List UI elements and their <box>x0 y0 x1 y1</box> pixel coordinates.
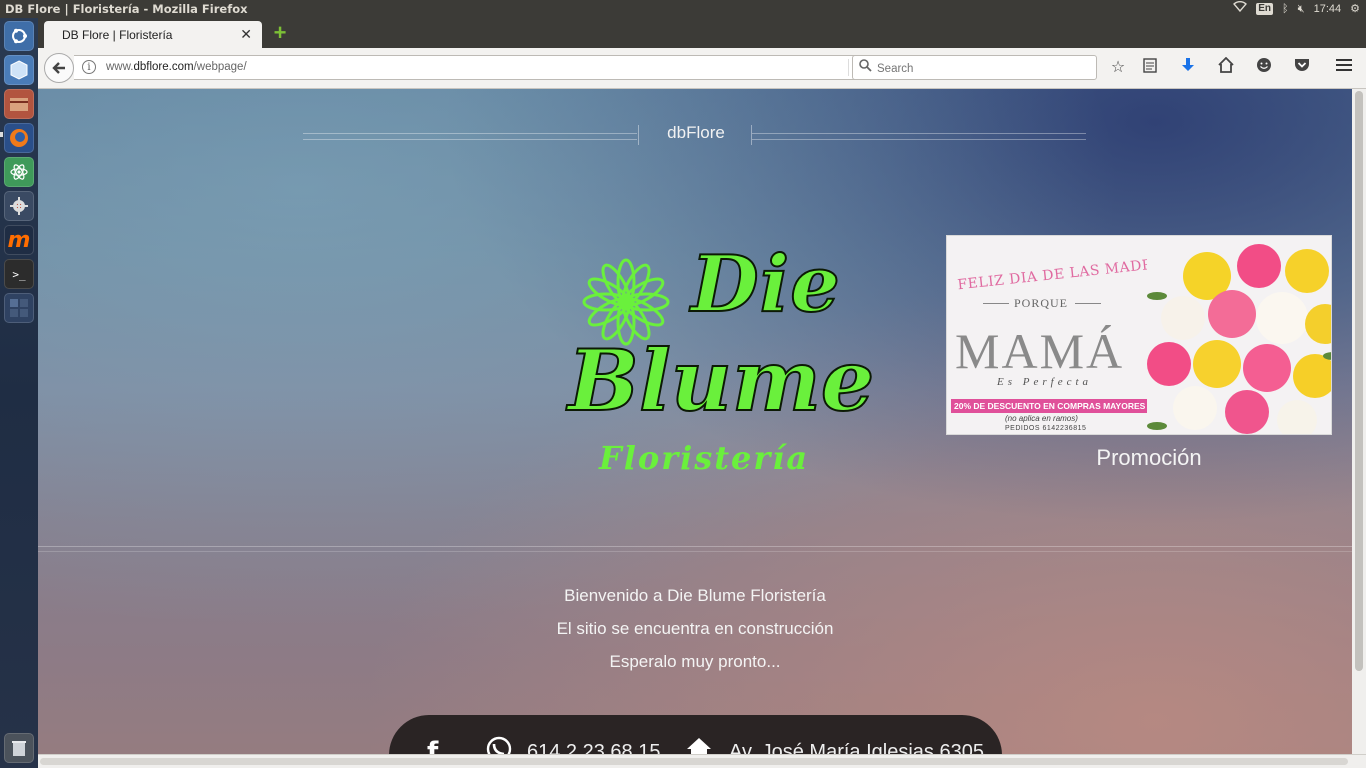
launcher: m >_ <box>0 18 38 768</box>
files-icon[interactable] <box>4 55 34 85</box>
system-tray: En ᛒ 🔇︎ 17:44 ⚙ <box>1233 0 1366 18</box>
close-tab-icon[interactable]: ✕ <box>240 26 252 43</box>
new-tab-button[interactable]: + <box>270 22 290 44</box>
promo-exclusion-note: (no aplica en ramos) <box>1005 414 1078 423</box>
header-rule-right <box>752 133 1086 140</box>
coming-soon-message: Esperalo muy pronto... <box>609 652 781 671</box>
atom-icon[interactable] <box>4 157 34 187</box>
bluetooth-icon[interactable]: ᛒ <box>1282 0 1289 18</box>
facebook-icon[interactable]: f <box>427 737 438 754</box>
pocket-icon[interactable] <box>1290 57 1314 79</box>
promo-es-perfecta: Es Perfecta <box>997 376 1093 388</box>
die-blume-logo: Die Blume Floristería <box>563 238 875 489</box>
contact-phone[interactable]: 614 2 23 68 15 <box>527 741 660 754</box>
trash-icon[interactable] <box>4 733 34 763</box>
logo-word-blume: Blume <box>567 330 875 431</box>
promo-discount-banner: 20% DE DESCUENTO EN COMPRAS MAYORES A $3… <box>951 399 1178 413</box>
welcome-message: Bienvenido a Die Blume Floristería <box>564 586 826 605</box>
window-title: DB Flore | Floristería - Mozilla Firefox <box>5 2 248 16</box>
house-icon <box>685 735 713 754</box>
logo-word-floristeria: Floristería <box>599 439 810 477</box>
home-icon[interactable] <box>1214 56 1238 79</box>
whatsapp-icon[interactable] <box>485 735 513 754</box>
workspace-switcher-icon[interactable] <box>4 293 34 323</box>
promo-image[interactable]: FELIZ DIA DE LAS MADRES PORQUE MAMÁ Es P… <box>946 235 1332 435</box>
system-top-bar: DB Flore | Floristería - Mozilla Firefox… <box>0 0 1366 18</box>
reading-list-icon[interactable] <box>1138 57 1162 79</box>
promo-orders-phone: PEDIDOS 6142236815 <box>1005 425 1087 432</box>
terminal-icon[interactable]: >_ <box>4 259 34 289</box>
clock[interactable]: 17:44 <box>1314 0 1342 18</box>
construction-message: El sitio se encuentra en construcción <box>556 619 834 638</box>
section-divider <box>38 546 1352 552</box>
url-prefix: www. <box>106 61 134 73</box>
search-box[interactable] <box>852 55 1097 80</box>
url-bar-separator <box>848 59 849 76</box>
text-editor-icon[interactable]: m <box>4 225 34 255</box>
bookmark-star-icon[interactable]: ☆ <box>1106 57 1130 79</box>
horizontal-scrollbar-thumb[interactable] <box>40 758 1348 765</box>
url-domain: dbflore.com <box>133 61 194 73</box>
contact-address: Av. José María Iglesias 6305 <box>729 741 984 754</box>
horizontal-scrollbar[interactable] <box>38 754 1366 768</box>
url-text[interactable]: www.dbflore.com/webpage/ <box>106 61 247 73</box>
tab-db-flore[interactable]: DB Flore | Floristería ✕ <box>44 21 262 48</box>
search-icon <box>859 59 872 75</box>
firefox-icon[interactable] <box>4 123 34 153</box>
session-gear-icon[interactable]: ⚙ <box>1350 0 1360 18</box>
logo-word-die: Die <box>690 238 841 331</box>
tab-title: DB Flore | Floristería <box>62 28 173 42</box>
promo-headline: FELIZ DIA DE LAS MADRES <box>956 254 1175 294</box>
web-page: dbFlore Die Blume Floristería FELIZ DIA … <box>38 89 1352 754</box>
ubuntu-dash-icon[interactable] <box>4 21 34 51</box>
site-info-icon[interactable]: i <box>82 60 96 74</box>
search-input[interactable] <box>875 59 1089 78</box>
contact-bar: f 614 2 23 68 15 Av. José María Iglesias… <box>389 715 1002 754</box>
roses-bouquet-image <box>1147 236 1331 434</box>
keyboard-layout-indicator[interactable]: En <box>1256 3 1274 15</box>
navigation-bar: i www.dbflore.com/webpage/ ↻ ☆ <box>38 48 1366 89</box>
header-rule-left <box>303 133 637 140</box>
file-manager-icon[interactable] <box>4 89 34 119</box>
volume-muted-icon[interactable]: 🔇︎ <box>1298 0 1305 18</box>
url-path: /webpage/ <box>193 61 247 73</box>
active-app-indicator <box>0 132 3 137</box>
back-button[interactable] <box>44 53 74 83</box>
settings-icon[interactable] <box>4 191 34 221</box>
back-arrow-icon <box>52 62 65 74</box>
hello-chat-icon[interactable] <box>1252 57 1276 79</box>
promo-mama: MAMÁ <box>955 323 1125 379</box>
wifi-icon[interactable] <box>1233 0 1248 18</box>
url-bar[interactable]: i www.dbflore.com/webpage/ ↻ <box>74 55 878 80</box>
vertical-scrollbar-thumb[interactable] <box>1355 91 1363 671</box>
promo-rule-right <box>1075 303 1101 304</box>
vertical-scrollbar[interactable] <box>1352 89 1366 754</box>
menu-hamburger-icon[interactable] <box>1332 57 1356 79</box>
site-title[interactable]: dbFlore <box>638 123 754 143</box>
browser-tab-strip: DB Flore | Floristería ✕ + <box>38 18 1366 48</box>
promo-label: Promoción <box>1096 445 1202 470</box>
downloads-icon[interactable] <box>1176 57 1200 79</box>
